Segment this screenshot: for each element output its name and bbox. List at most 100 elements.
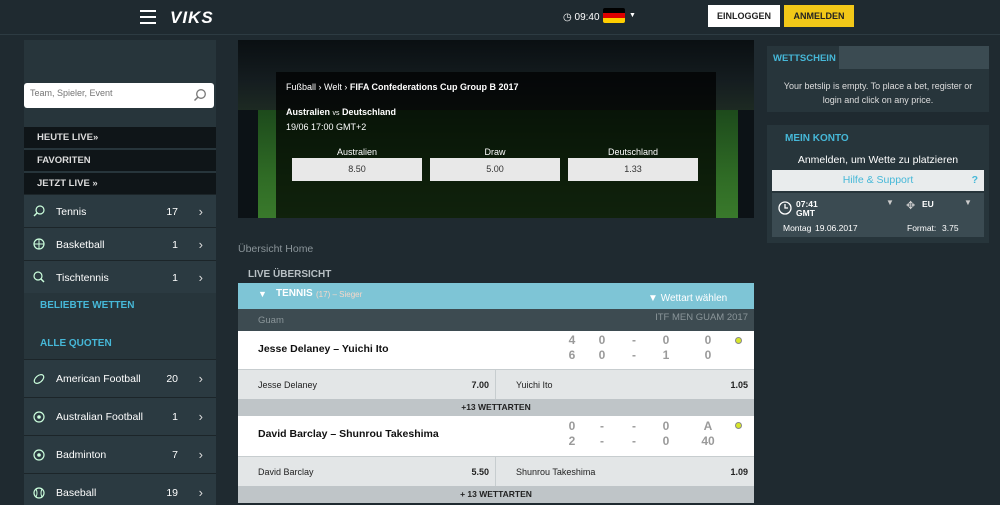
clock-icon — [778, 201, 792, 215]
sidebar-item-label: Basketball — [56, 239, 105, 251]
region-dropdown-icon[interactable]: ▼ — [964, 198, 972, 207]
basketball-icon — [33, 238, 45, 250]
score-cell: - — [632, 434, 636, 448]
score-cell: 0 — [598, 333, 606, 347]
help-support-button[interactable]: Hilfe & Support? — [772, 170, 984, 191]
favoriten-link[interactable]: FAVORITEN — [24, 150, 216, 171]
score-cell: 0 — [704, 348, 712, 362]
match-row[interactable]: David Barclay – Shunrou Takeshima 0 - - … — [238, 416, 754, 456]
timezone-dropdown-icon[interactable]: ▼ — [886, 198, 894, 207]
featured-datetime: 19/06 17:00 GMT+2 — [286, 122, 367, 132]
score-cell: 0 — [662, 434, 670, 448]
hamburger-menu-icon[interactable] — [140, 10, 156, 24]
score-cell: 0 — [662, 333, 670, 347]
chevron-down-icon[interactable]: ▼ — [629, 12, 636, 19]
odd-value: 5.50 — [471, 467, 489, 477]
odd-button-draw[interactable]: 5.00 — [430, 158, 560, 181]
sidebar-item-baseball[interactable]: Baseball 19 › — [24, 473, 216, 505]
team-home: Australien — [286, 107, 331, 117]
australian-football-icon — [33, 411, 45, 423]
score-cell: 40 — [701, 434, 715, 448]
sidebar-item-label: Australian Football — [56, 411, 143, 423]
score-cell: 0 — [704, 333, 712, 347]
sidebar-item-label: American Football — [56, 373, 141, 385]
sidebar-item-count: 1 — [172, 239, 178, 251]
format-value: 3.75 — [942, 223, 959, 233]
competition-name: FIFA Confederations Cup Group B 2017 — [349, 82, 519, 92]
search-icon[interactable] — [193, 88, 207, 102]
odd-button-away[interactable]: 1.33 — [568, 158, 698, 181]
odd-button-home[interactable]: 8.50 — [292, 158, 422, 181]
more-bet-types-button[interactable]: +13 WETTARTEN — [238, 399, 754, 416]
chevron-right-icon: › — [198, 204, 203, 219]
tennis-section-header[interactable]: ▼ TENNIS (17) – Sieger ▼ Wettart wählen — [238, 283, 754, 309]
account-subtitle: Anmelden, um Wette zu platzieren — [797, 154, 959, 166]
tournament-name: ITF MEN GUAM 2017 — [655, 312, 748, 323]
account-panel: MEIN KONTO Anmelden, um Wette zu platzie… — [767, 125, 989, 243]
chevron-right-icon: › — [198, 270, 203, 285]
tennis-ball-icon — [735, 337, 742, 344]
triangle-down-icon[interactable]: ▼ — [258, 289, 267, 299]
sidebar-item-badminton[interactable]: Badminton 7 › — [24, 435, 216, 473]
odds-cell-player2[interactable]: Shunrou Takeshima 1.09 — [496, 457, 754, 487]
odds-cell-player1[interactable]: David Barclay 5.50 — [238, 457, 496, 487]
account-timezone: GMT — [796, 208, 815, 218]
score-cell: - — [600, 419, 604, 433]
tennis-ball-icon — [735, 422, 742, 429]
sidebar-item-count: 7 — [172, 449, 178, 461]
player-name: Shunrou Takeshima — [516, 467, 596, 477]
language-flag-icon[interactable] — [603, 8, 625, 23]
overview-home-link[interactable]: Übersicht Home — [238, 243, 313, 255]
score-cell: - — [632, 333, 636, 347]
sidebar-item-count: 1 — [172, 272, 178, 284]
alle-quoten-title: ALLE QUOTEN — [40, 338, 112, 349]
match-name: Jesse Delaney – Yuichi Ito — [258, 343, 389, 355]
tennis-icon — [33, 205, 45, 217]
more-bet-types-button[interactable]: + 13 WETTARTEN — [238, 486, 754, 503]
sidebar-item-australian-football[interactable]: Australian Football 1 › — [24, 397, 216, 435]
sidebar-item-label: Tennis — [56, 206, 87, 218]
score-cell: - — [632, 419, 636, 433]
odds-row: Jesse Delaney 7.00 Yuichi Ito 1.05 — [238, 369, 754, 400]
search-input[interactable] — [30, 88, 180, 98]
beliebte-wetten-link[interactable]: BELIEBTE WETTEN — [40, 300, 134, 311]
match-row[interactable]: Jesse Delaney – Yuichi Ito 4 0 - 0 0 6 0… — [238, 331, 754, 369]
betslip-empty-message: Your betslip is empty. To place a bet, r… — [783, 81, 973, 105]
login-button[interactable]: EINLOGGEN — [708, 5, 780, 27]
help-label: Hilfe & Support — [842, 174, 914, 186]
score-cell: 0 — [568, 419, 576, 433]
register-button[interactable]: ANMELDEN — [784, 5, 854, 27]
sidebar-item-basketball[interactable]: Basketball 1 › — [24, 227, 216, 260]
heute-live-link[interactable]: HEUTE LIVE» — [24, 127, 216, 148]
score-cell: 0 — [662, 419, 670, 433]
sidebar-item-american-football[interactable]: American Football 20 › — [24, 359, 216, 397]
odd-label-draw: Draw — [484, 147, 506, 157]
player-name: Yuichi Ito — [516, 380, 553, 390]
search-box[interactable] — [24, 83, 214, 108]
odd-value: 1.09 — [730, 467, 748, 477]
jetzt-live-link[interactable]: JETZT LIVE » — [24, 173, 216, 194]
account-day: Montag — [783, 223, 812, 233]
sidebar-item-label: Tischtennis — [56, 272, 109, 284]
betslip-title: WETTSCHEIN — [767, 46, 839, 69]
odds-cell-player2[interactable]: Yuichi Ito 1.05 — [496, 370, 754, 400]
live-overview-title: LIVE ÜBERSICHT — [248, 269, 332, 280]
format-label: Format: — [907, 223, 937, 233]
account-title: MEIN KONTO — [785, 133, 849, 144]
sidebar-item-tischtennis[interactable]: Tischtennis 1 › — [24, 260, 216, 293]
bet-type-dropdown[interactable]: ▼ Wettart wählen — [648, 293, 727, 304]
odd-label-home: Australien — [336, 147, 378, 157]
sidebar-item-label: Badminton — [56, 449, 107, 461]
market-label: – Sieger — [332, 290, 363, 299]
sport-count-market: (17) – Sieger — [316, 290, 362, 299]
sidebar-item-tennis[interactable]: Tennis 17 › — [24, 194, 216, 227]
odds-row: David Barclay 5.50 Shunrou Takeshima 1.09 — [238, 456, 754, 487]
odds-cell-player1[interactable]: Jesse Delaney 7.00 — [238, 370, 496, 400]
betslip-title-bar — [839, 46, 989, 69]
site-logo[interactable]: VIKS — [170, 8, 214, 28]
tournament-header: Guam ITF MEN GUAM 2017 — [238, 309, 754, 331]
score-cell: - — [600, 434, 604, 448]
chevron-right-icon: › — [198, 371, 203, 386]
team-away: Deutschland — [342, 107, 397, 117]
account-date: 19.06.2017 — [815, 223, 858, 233]
